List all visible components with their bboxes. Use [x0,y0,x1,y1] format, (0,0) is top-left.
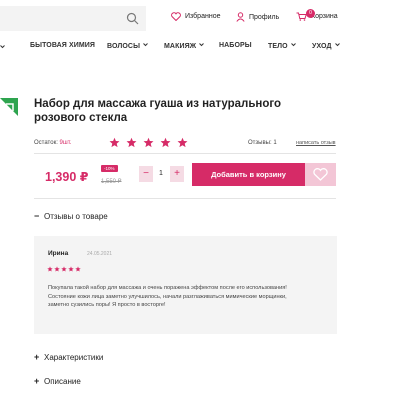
description-section-title: Описание [44,376,81,386]
profile-label: Профиль [249,13,280,21]
cart-link[interactable]: Корзина [296,12,338,21]
reviews-count: Отзывы: 1 [248,140,277,146]
chevron-down-icon[interactable] [0,44,5,49]
star-icon [143,137,154,148]
star-icon [177,137,188,148]
stock-info: Остаток: 9шт. [34,140,71,146]
star-icon [160,137,171,148]
star-icon [47,266,53,272]
nav-item-sets[interactable]: НАБОРЫ [219,42,252,49]
characteristics-section-title: Характеристики [44,352,104,362]
star-icon [126,137,137,148]
heart-icon [171,12,181,21]
nav-item-household[interactable]: БЫТОВАЯ ХИМИЯ [30,42,95,49]
expand-icon: + [34,352,40,362]
nav-item-label: НАБОРЫ [219,42,252,49]
product-rating [109,137,188,148]
nav-item-label: УХОД [312,43,332,50]
reviews-label: Отзывы: [248,140,272,146]
chevron-down-icon [143,43,148,47]
heart-icon [313,168,328,181]
search-icon[interactable] [126,12,139,25]
review-rating [47,266,81,272]
reviews-section-toggle[interactable]: − Отзывы о товаре [34,211,108,221]
product-badge-icon [0,98,18,116]
chevron-down-icon [199,43,205,47]
product-price: 1,390 ₽ [45,170,89,184]
quantity-input[interactable]: 1 [154,166,168,182]
star-icon [61,266,67,272]
write-review-link[interactable]: написать отзыв [296,140,336,146]
nav-item-body[interactable]: ТЕЛО [268,42,296,50]
stock-value: 9шт. [59,140,72,146]
star-icon [109,137,120,148]
chevron-down-icon [334,43,340,47]
favorites-label: Избранное [185,13,221,20]
nav-item-label: БЫТОВАЯ ХИМИЯ [30,42,96,49]
stock-label: Остаток: [34,140,58,146]
star-icon [75,266,81,272]
cart-count-badge: 0 [306,9,315,18]
discount-badge: -10% [101,165,118,172]
review-card: Ирина 24.05.2021 Покупала такой набор дл… [34,236,337,334]
review-author: Ирина [48,250,69,257]
nav-item-label: ТЕЛО [268,43,288,50]
nav-item-label: МАКИЯЖ [164,43,197,50]
main-nav: БЫТОВАЯ ХИМИЯ ВОЛОСЫ МАКИЯЖ НАБОРЫ ТЕЛО … [0,42,400,52]
expand-icon: + [34,376,40,386]
nav-item-care[interactable]: УХОД [312,42,340,50]
divider [34,153,336,154]
profile-link[interactable]: Профиль [236,12,279,22]
quantity-decrease-button[interactable]: − [139,166,153,182]
favorites-link[interactable]: Избранное [171,12,220,21]
nav-item-hair[interactable]: ВОЛОСЫ [107,42,148,50]
description-section-toggle[interactable]: + Описание [34,376,81,386]
nav-item-makeup[interactable]: МАКИЯЖ [164,42,205,50]
search-input[interactable] [0,6,146,31]
cart-label: Корзина [311,13,338,20]
review-text: Покупала такой набор для массажа и очень… [48,285,287,308]
add-to-cart-button[interactable]: Добавить в корзину [192,163,305,186]
star-icon [54,266,60,272]
product-title: Набор для массажа гуаша из натурального … [34,98,282,124]
old-price: 1,550 ₽ [101,179,122,185]
nav-item-label: ВОЛОСЫ [107,43,141,50]
characteristics-section-toggle[interactable]: + Характеристики [34,352,103,362]
add-to-wishlist-button[interactable] [305,163,336,186]
review-date: 24.05.2021 [87,251,113,257]
quantity-increase-button[interactable]: + [170,166,184,182]
collapse-icon: − [34,211,40,221]
user-icon [236,12,245,22]
star-icon [68,266,74,272]
chevron-down-icon [290,43,296,47]
divider [34,198,336,199]
reviews-section-title: Отзывы о товаре [44,211,108,221]
reviews-count-value: 1 [273,140,277,146]
